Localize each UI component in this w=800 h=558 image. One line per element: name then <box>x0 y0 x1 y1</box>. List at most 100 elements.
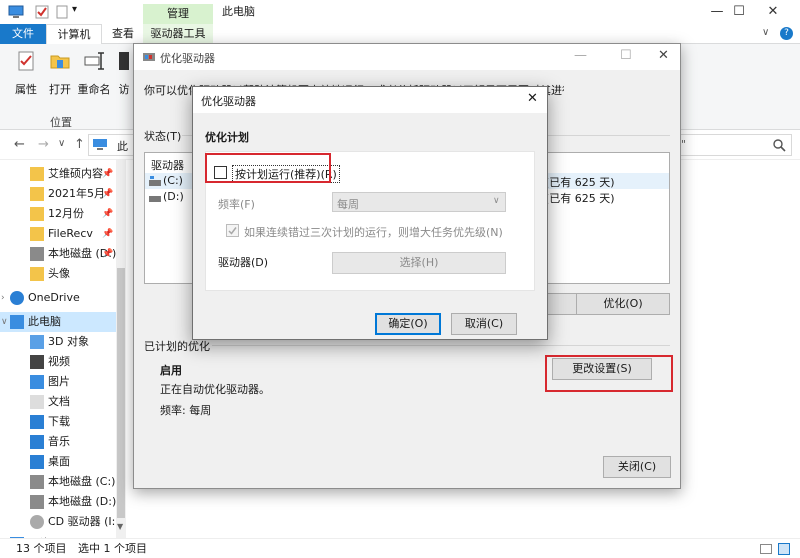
optimize-window-titlebar: 优化驱动器 — ☐ ✕ <box>134 44 680 70</box>
sidebar-item[interactable]: 本地磁盘 (D:) 📌 <box>0 244 126 264</box>
open-folder-icon <box>50 55 70 69</box>
tab-view[interactable]: 查看 <box>102 24 144 44</box>
sidebar-item[interactable]: 2021年5月 📌 <box>0 184 126 204</box>
sidebar-item[interactable]: 视频 <box>0 352 126 372</box>
column-header-drive[interactable]: 驱动器 <box>151 157 184 173</box>
sidebar-item[interactable]: 音乐 <box>0 432 126 452</box>
minimize-icon[interactable]: — <box>574 48 587 63</box>
close-icon[interactable]: ✕ <box>527 91 538 106</box>
sidebar-item[interactable]: 12月份 📌 <box>0 204 126 224</box>
rename-icon <box>84 52 104 70</box>
tab-file[interactable]: 文件 <box>0 24 46 44</box>
folder-icon <box>30 227 44 241</box>
close-icon[interactable]: ✕ <box>658 48 669 63</box>
sidebar-item[interactable]: 下载 <box>0 412 126 432</box>
large-icons-view-icon[interactable] <box>778 543 790 555</box>
sidebar-item[interactable]: 文档 <box>0 392 126 412</box>
new-folder-icon[interactable] <box>54 4 70 20</box>
properties-button[interactable]: 属性 <box>8 50 44 97</box>
check-icon <box>228 227 237 235</box>
close-icon[interactable]: ✕ <box>750 2 796 22</box>
highlight-box <box>205 153 331 183</box>
scroll-down-icon[interactable]: ▼ <box>117 522 123 531</box>
pin-icon[interactable]: 📌 <box>102 184 113 204</box>
computer-icon <box>10 315 24 329</box>
details-view-icon[interactable] <box>760 544 772 554</box>
sidebar-item[interactable]: OneDrive › <box>0 288 126 308</box>
help-icon[interactable]: ? <box>780 27 793 40</box>
open-button[interactable]: 打开 <box>42 50 78 97</box>
optimize-window-title: 优化驱动器 <box>160 52 215 65</box>
sidebar-item[interactable]: 本地磁盘 (C:) <box>0 472 126 492</box>
customize-qat-icon[interactable]: ▾ <box>72 4 77 15</box>
windows-drive-icon <box>149 176 161 186</box>
search-input[interactable]: " <box>680 134 792 156</box>
pin-icon[interactable]: 📌 <box>102 204 113 224</box>
chevron-down-icon: ∨ <box>493 196 500 206</box>
forward-icon[interactable]: → <box>38 137 49 152</box>
dialog-title: 优化驱动器 <box>201 95 256 108</box>
cube-icon <box>30 335 44 349</box>
recent-locations-icon[interactable]: ∨ <box>58 138 65 149</box>
drive-icon <box>149 196 161 202</box>
defrag-icon <box>143 53 155 61</box>
dialog-titlebar: 优化驱动器 ✕ <box>193 87 547 113</box>
cd-icon <box>30 515 44 529</box>
picture-icon <box>30 375 44 389</box>
search-icon <box>773 139 786 152</box>
optimize-button[interactable]: 优化(O) <box>576 293 670 315</box>
sidebar-item[interactable]: 本地磁盘 (D:) <box>0 492 126 512</box>
sidebar-item[interactable]: CD 驱动器 (I:) <box>0 512 126 532</box>
choose-button[interactable]: 选择(H) <box>332 252 506 274</box>
computer-icon[interactable] <box>8 4 24 20</box>
pin-icon[interactable]: 📌 <box>102 164 113 184</box>
maximize-icon[interactable]: ☐ <box>620 48 632 63</box>
pin-icon[interactable]: 📌 <box>102 224 113 244</box>
tab-computer[interactable]: 计算机 <box>46 24 102 44</box>
tab-drive-tools[interactable]: 驱动器工具 <box>143 24 213 44</box>
sidebar-item[interactable]: 3D 对象 <box>0 332 126 352</box>
download-icon <box>30 415 44 429</box>
folder-icon <box>30 267 44 281</box>
quick-access-toolbar: ▾ 管理 此电脑 — ☐ ✕ <box>0 0 800 24</box>
cancel-button[interactable]: 取消(C) <box>451 313 517 335</box>
drive-icon <box>30 247 44 261</box>
manage-tab[interactable]: 管理 <box>143 4 213 24</box>
schedule-frequency: 频率: 每周 <box>160 404 212 417</box>
ok-button[interactable]: 确定(O) <box>375 313 441 335</box>
sidebar-item-this-pc[interactable]: 此电脑 ∨ <box>0 312 126 332</box>
up-icon[interactable]: ↑ <box>74 137 85 152</box>
window-title: 此电脑 <box>222 5 255 18</box>
back-icon[interactable]: ← <box>14 137 25 152</box>
increase-priority-label: 如果连续错过三次计划的运行，则增大任务优先级(N) <box>244 226 503 239</box>
sidebar-item[interactable]: 图片 <box>0 372 126 392</box>
schedule-description: 正在自动优化驱动器。 <box>160 383 270 396</box>
divider <box>212 345 670 346</box>
chevron-down-icon[interactable]: ∨ <box>1 312 8 332</box>
sidebar-item[interactable]: 头像 <box>0 264 126 284</box>
frequency-label: 频率(F) <box>218 198 255 211</box>
cloud-icon <box>10 291 24 305</box>
sidebar-item[interactable]: 桌面 <box>0 452 126 472</box>
properties-icon <box>18 51 34 71</box>
navigation-pane: 艾维硕内容 📌 2021年5月 📌 12月份 📌 FileRecv 📌 本地磁盘 (D:) 📌 头像… <box>0 160 128 551</box>
document-icon <box>30 395 44 409</box>
access-media-button[interactable]: 访 <box>114 50 134 97</box>
address-input[interactable]: 此 <box>88 134 134 156</box>
sidebar-item[interactable]: 艾维硕内容 📌 <box>0 164 126 184</box>
highlight-box <box>545 355 673 392</box>
close-button[interactable]: 关闭(C) <box>603 456 671 478</box>
media-icon <box>119 52 129 70</box>
status-item-count: 13 个项目 <box>16 542 67 555</box>
properties-check-icon[interactable] <box>34 4 50 20</box>
sidebar-item[interactable]: FileRecv 📌 <box>0 224 126 244</box>
pin-icon[interactable]: 📌 <box>102 244 113 264</box>
desktop-icon <box>30 455 44 469</box>
increase-priority-checkbox[interactable] <box>226 224 239 237</box>
folder-icon <box>30 207 44 221</box>
navigation-scrollbar-thumb[interactable] <box>117 268 125 518</box>
chevron-right-icon[interactable]: › <box>1 288 5 308</box>
frequency-select[interactable]: 每周 ∨ <box>332 192 506 212</box>
rename-button[interactable]: 重命名 <box>76 50 112 97</box>
ribbon-collapse-icon[interactable]: ∨ <box>762 27 769 38</box>
